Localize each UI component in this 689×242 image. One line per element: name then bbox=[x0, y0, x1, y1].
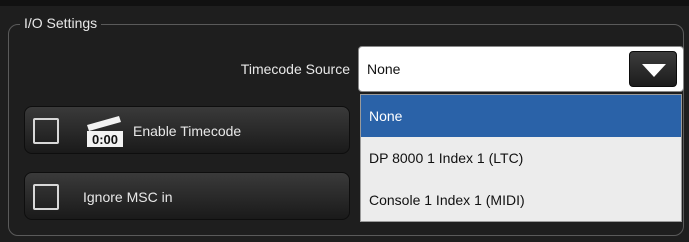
chevron-down-icon bbox=[642, 64, 666, 77]
clapper-time-text: 0:00 bbox=[92, 132, 118, 147]
timecode-source-select[interactable]: None bbox=[358, 46, 684, 92]
dropdown-option-none[interactable]: None bbox=[361, 95, 681, 137]
timecode-source-value: None bbox=[367, 61, 401, 77]
enable-timecode-label: Enable Timecode bbox=[133, 123, 242, 139]
timecode-source-dropdown: None DP 8000 1 Index 1 (LTC) Console 1 I… bbox=[360, 94, 682, 222]
top-edge-strip bbox=[0, 0, 689, 6]
ignore-msc-in-checkbox[interactable] bbox=[33, 184, 59, 210]
dropdown-option-console-midi[interactable]: Console 1 Index 1 (MIDI) bbox=[361, 179, 681, 221]
dropdown-option-dp8000-ltc[interactable]: DP 8000 1 Index 1 (LTC) bbox=[361, 137, 681, 179]
enable-timecode-button[interactable]: 0:00 Enable Timecode bbox=[24, 106, 350, 154]
dropdown-toggle-button[interactable] bbox=[629, 51, 677, 87]
enable-timecode-checkbox[interactable] bbox=[33, 118, 59, 144]
ignore-msc-in-label: Ignore MSC in bbox=[83, 189, 173, 205]
timecode-source-label: Timecode Source bbox=[240, 61, 350, 77]
clapperboard-timecode-icon: 0:00 bbox=[87, 116, 123, 147]
ignore-msc-in-button[interactable]: Ignore MSC in bbox=[24, 172, 350, 220]
group-title: I/O Settings bbox=[20, 14, 102, 32]
